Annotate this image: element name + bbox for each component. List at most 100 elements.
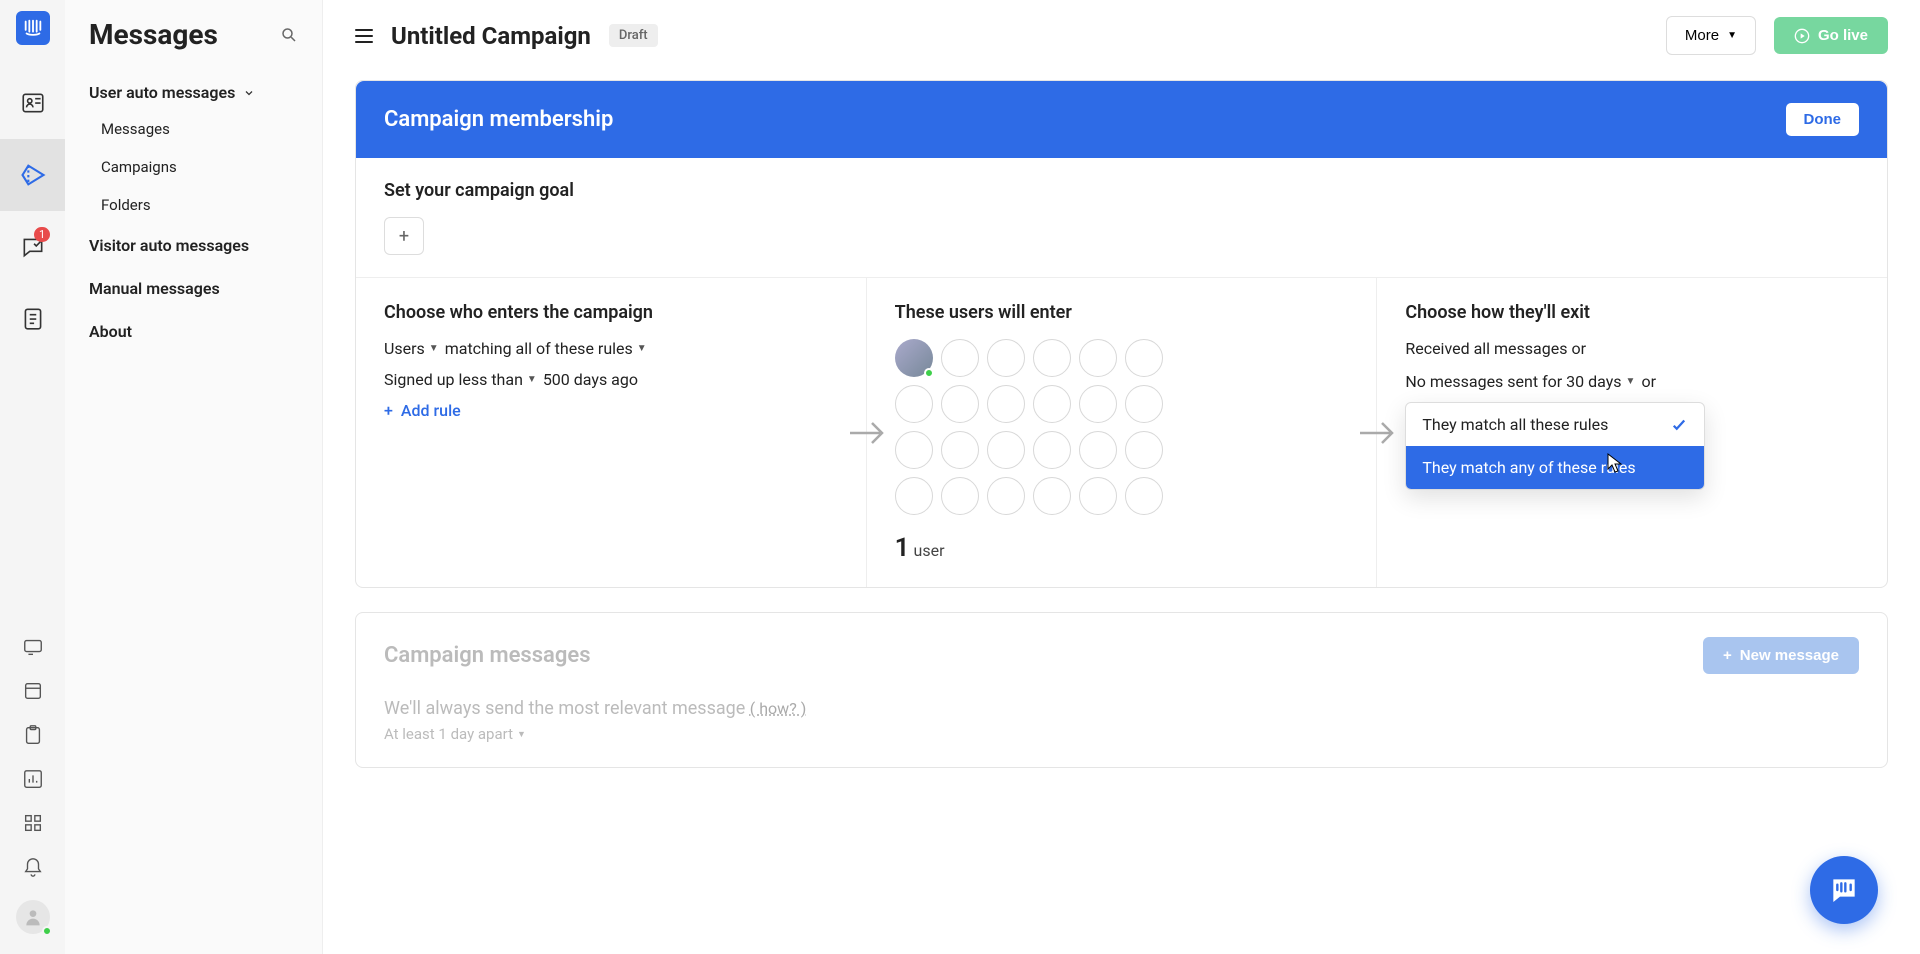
caret-down-icon: ▼: [517, 729, 526, 740]
user-avatar-empty: [941, 385, 979, 423]
bell-icon: [22, 856, 44, 878]
user-avatar-empty: [1125, 339, 1163, 377]
play-icon: [1794, 28, 1810, 44]
how-link[interactable]: ( how? ): [750, 699, 807, 718]
user-avatar[interactable]: [16, 900, 50, 934]
signed-up-dropdown[interactable]: Signed up less than▼: [384, 370, 537, 389]
matching-dropdown[interactable]: matching all of these rules▼: [445, 339, 647, 358]
book-icon: [22, 680, 44, 702]
user-avatar-empty: [895, 385, 933, 423]
campaign-membership-card: Campaign membership Done Set your campai…: [355, 80, 1888, 588]
rail-articles[interactable]: [0, 283, 65, 355]
rail-icon-3[interactable]: [22, 724, 44, 746]
plus-icon: +: [1723, 647, 1732, 664]
sidebar-title: Messages: [89, 18, 218, 51]
intercom-logo-icon: [22, 17, 44, 39]
rail-messages[interactable]: [0, 139, 65, 211]
rail-icon-5[interactable]: [22, 812, 44, 834]
match-rules-menu: They match all these rules They match an…: [1405, 402, 1705, 490]
entry-title: Choose who enters the campaign: [384, 302, 838, 323]
user-auto-messages-label: User auto messages: [89, 83, 235, 102]
app-logo[interactable]: [16, 11, 50, 45]
new-message-button[interactable]: + New message: [1703, 637, 1859, 674]
sidebar-item-folders[interactable]: Folders: [101, 186, 298, 224]
sidebar-item-manual[interactable]: Manual messages: [89, 267, 298, 310]
campaign-messages-title: Campaign messages: [384, 643, 591, 668]
done-button[interactable]: Done: [1786, 103, 1860, 136]
add-goal-button[interactable]: +: [384, 217, 424, 255]
frequency-dropdown[interactable]: At least 1 day apart ▼: [384, 725, 1859, 743]
user-avatar-empty: [1079, 339, 1117, 377]
add-rule-button[interactable]: + Add rule: [384, 401, 838, 420]
caret-down-icon: ▼: [1626, 376, 1636, 387]
goal-section: Set your campaign goal +: [356, 158, 1887, 277]
users-dropdown[interactable]: Users▼: [384, 339, 439, 358]
user-avatar-empty: [1033, 385, 1071, 423]
user-avatar-empty: [895, 477, 933, 515]
nav-rail: 1: [0, 0, 65, 954]
exit-column: Choose how they'll exit Received all mes…: [1377, 278, 1887, 587]
sidebar-item-about[interactable]: About: [89, 310, 298, 353]
user-avatar-empty: [1033, 431, 1071, 469]
users-title: These users will enter: [895, 302, 1349, 323]
plus-icon: +: [384, 401, 393, 420]
relevant-message-line: We'll always send the most relevant mess…: [384, 698, 1859, 719]
user-avatar-empty: [987, 431, 1025, 469]
rail-icon-2[interactable]: [22, 680, 44, 702]
no-messages-dropdown[interactable]: No messages sent for 30 days▼: [1405, 372, 1635, 391]
rail-icon-1[interactable]: [22, 636, 44, 658]
article-icon: [20, 306, 46, 332]
user-avatar-empty: [1079, 431, 1117, 469]
messenger-fab[interactable]: [1810, 856, 1878, 924]
go-live-label: Go live: [1818, 27, 1868, 44]
users-column: These users will enter: [867, 278, 1378, 587]
rail-inbox[interactable]: 1: [0, 211, 65, 283]
people-icon: [20, 90, 46, 116]
rule-value[interactable]: 500 days ago: [543, 370, 638, 389]
user-avatar-empty: [987, 339, 1025, 377]
user-avatar-empty: [941, 477, 979, 515]
search-button[interactable]: [280, 26, 298, 44]
inbox-badge: 1: [34, 227, 50, 242]
user-auto-messages-toggle[interactable]: User auto messages: [89, 75, 298, 110]
user-avatar-filled[interactable]: [895, 339, 933, 377]
rail-icon-6[interactable]: [22, 856, 44, 878]
membership-header: Campaign membership Done: [356, 81, 1887, 158]
sidebar-item-messages[interactable]: Messages: [101, 110, 298, 148]
main: Untitled Campaign Draft More ▼ Go live C…: [323, 0, 1920, 954]
clipboard-icon: [22, 724, 44, 746]
sidebar-item-campaigns[interactable]: Campaigns: [101, 148, 298, 186]
user-avatar-empty: [941, 431, 979, 469]
goal-title: Set your campaign goal: [384, 180, 1859, 201]
topbar: Untitled Campaign Draft More ▼ Go live: [323, 0, 1920, 72]
rail-bottom: [16, 636, 50, 954]
membership-title: Campaign membership: [384, 107, 613, 132]
rail-people[interactable]: [0, 67, 65, 139]
more-button[interactable]: More ▼: [1666, 16, 1756, 55]
caret-down-icon: ▼: [637, 343, 647, 354]
search-icon: [280, 26, 298, 44]
match-any-option[interactable]: They match any of these rules: [1406, 446, 1704, 489]
exit-title: Choose how they'll exit: [1405, 302, 1859, 323]
chevron-down-icon: [243, 87, 255, 99]
user-avatar-empty: [941, 339, 979, 377]
user-avatar-empty: [987, 477, 1025, 515]
user-avatar-empty: [895, 431, 933, 469]
rail-icon-4[interactable]: [22, 768, 44, 790]
campaign-title[interactable]: Untitled Campaign: [391, 22, 591, 50]
check-icon: [1670, 416, 1688, 434]
message-icon: [22, 636, 44, 658]
go-live-button[interactable]: Go live: [1774, 17, 1888, 54]
sidebar: Messages User auto messages Messages Cam…: [65, 0, 323, 954]
sidebar-item-visitor-auto[interactable]: Visitor auto messages: [89, 224, 298, 267]
caret-down-icon: ▼: [527, 374, 537, 385]
send-icon: [19, 161, 47, 189]
user-avatar-empty: [1125, 431, 1163, 469]
user-avatar-empty: [1079, 477, 1117, 515]
match-all-option[interactable]: They match all these rules: [1406, 403, 1704, 446]
campaign-messages-card: Campaign messages + New message We'll al…: [355, 612, 1888, 768]
presence-dot: [42, 926, 52, 936]
avatar-placeholder-icon: [23, 907, 43, 927]
toggle-sidebar-button[interactable]: [355, 29, 373, 43]
exit-line-1: Received all messages or: [1405, 339, 1859, 358]
